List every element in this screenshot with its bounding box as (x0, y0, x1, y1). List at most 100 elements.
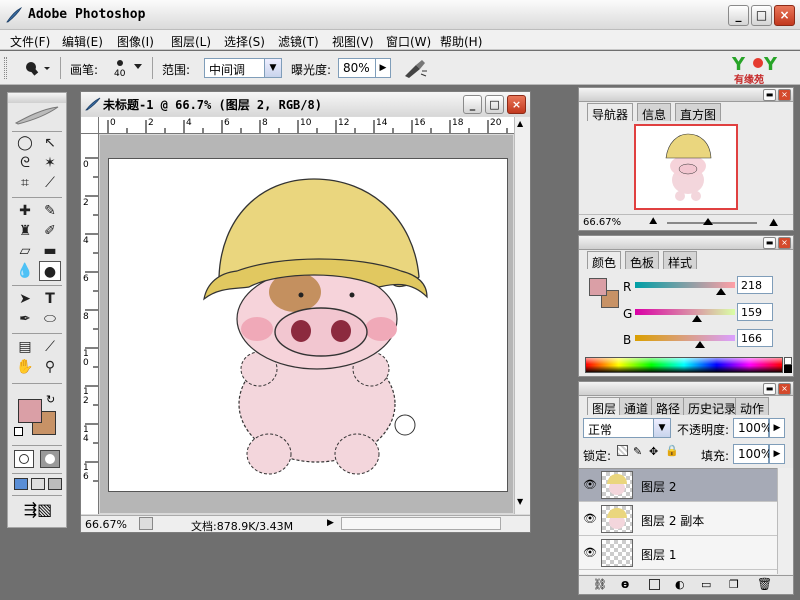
marquee-tool-icon[interactable]: ◯ (14, 133, 36, 153)
toolbox-grip[interactable] (8, 93, 66, 103)
menu-filter[interactable]: 滤镜(T) (278, 33, 319, 50)
tab-histogram[interactable]: 直方图 (675, 103, 722, 122)
panel-minimize-icon[interactable]: ▬ (763, 237, 776, 249)
channel-g-handle[interactable] (692, 315, 703, 322)
panel-close-icon[interactable]: × (778, 383, 791, 395)
status-menu-icon[interactable] (139, 517, 153, 530)
panel-close-icon[interactable]: × (778, 89, 791, 101)
menu-window[interactable]: 窗口(W) (386, 33, 431, 50)
canvas-area[interactable] (100, 135, 513, 513)
eye-icon[interactable]: 👁 (583, 478, 597, 492)
ruler-vertical[interactable]: 0 2 4 6 8 1 0 1 2 1 4 1 6 (81, 134, 99, 514)
color-foreground-swatch[interactable] (589, 278, 607, 296)
blend-mode-select[interactable]: 正常 ▼ (583, 418, 671, 438)
ramp-white-swatch[interactable] (784, 357, 792, 365)
feather-logo-icon[interactable] (12, 103, 62, 127)
options-grip[interactable] (4, 57, 7, 79)
shape-tool-icon[interactable]: ⬭ (39, 309, 61, 329)
navigator-zoom[interactable]: 66.67% (583, 217, 621, 228)
panel-close-icon[interactable]: × (778, 237, 791, 249)
layer-name[interactable]: 图层 2 (641, 478, 676, 495)
notes-tool-icon[interactable]: ▤ (14, 337, 36, 357)
ruler-origin[interactable] (81, 117, 99, 134)
menu-file[interactable]: 文件(F) (10, 33, 50, 50)
new-group-icon[interactable]: ▭ (701, 578, 711, 591)
tab-actions[interactable]: 动作 (735, 397, 770, 416)
vertical-scrollbar[interactable]: ▲ ▼ (514, 117, 530, 514)
layer-mask-icon[interactable] (649, 579, 660, 590)
menu-layer[interactable]: 图层(L) (171, 33, 211, 50)
jump-to-imageready-icon[interactable]: ⇶▧ (16, 500, 60, 522)
fill-input[interactable]: 100% (733, 444, 772, 464)
healing-brush-tool-icon[interactable]: ✚ (14, 201, 36, 221)
scroll-down-icon[interactable]: ▼ (517, 497, 523, 506)
exposure-slider-button[interactable]: ▶ (375, 58, 391, 78)
panel-minimize-icon[interactable]: ▬ (763, 383, 776, 395)
layer-row[interactable]: 👁 图层 2 副本 (579, 503, 777, 536)
ruler-horizontal[interactable]: 0 2 4 6 8 10 12 14 16 18 20 (99, 117, 514, 134)
range-select[interactable]: 中间调 ▼ (204, 58, 282, 78)
panel-minimize-icon[interactable]: ▬ (763, 89, 776, 101)
lock-all-icon[interactable]: 🔒 (665, 444, 679, 457)
channel-b-slider[interactable] (635, 335, 735, 341)
default-colors-icon[interactable] (14, 427, 23, 436)
ramp-black-swatch[interactable] (784, 365, 792, 373)
adjustment-layer-icon[interactable]: ◐ (675, 578, 685, 591)
standard-mode-icon[interactable] (14, 450, 34, 468)
airbrush-icon[interactable] (402, 57, 428, 79)
channel-g-value[interactable]: 159 (737, 303, 773, 321)
hand-tool-icon[interactable]: ✋ (14, 357, 36, 377)
layers-scrollbar[interactable] (777, 468, 793, 574)
eye-icon[interactable]: 👁 (583, 512, 597, 526)
status-arrow-icon[interactable]: ▶ (327, 518, 334, 528)
burn-tool-preset-icon[interactable] (22, 59, 52, 77)
channel-g-slider[interactable] (635, 309, 735, 315)
zoom-slider-handle[interactable] (703, 218, 713, 225)
exposure-input[interactable]: 80% (338, 58, 376, 78)
tab-info[interactable]: 信息 (637, 103, 672, 122)
full-screen-mode-icon[interactable] (48, 478, 62, 490)
gradient-tool-icon[interactable]: ▬ (39, 241, 61, 261)
fill-slider-button[interactable]: ▶ (769, 444, 785, 464)
opacity-input[interactable]: 100% (733, 418, 772, 438)
scroll-up-icon[interactable]: ▲ (517, 119, 523, 128)
tab-history[interactable]: 历史记录 (683, 397, 742, 416)
doc-minimize-button[interactable]: _ (463, 95, 482, 114)
menu-select[interactable]: 选择(S) (224, 33, 265, 50)
layer-style-icon[interactable]: ɵ (621, 577, 629, 591)
channel-r-value[interactable]: 218 (737, 276, 773, 294)
burn-tool-icon[interactable]: ● (39, 261, 61, 281)
delete-layer-icon[interactable]: 🗑 (757, 577, 772, 591)
navigator-preview[interactable] (634, 124, 738, 210)
history-brush-tool-icon[interactable]: ✐ (39, 221, 61, 241)
brush-picker[interactable]: 40 (108, 56, 146, 82)
panel-titlebar[interactable]: ▬ × (579, 236, 793, 250)
close-button[interactable]: × (774, 5, 795, 26)
blur-tool-icon[interactable]: 💧 (14, 261, 36, 281)
layer-row[interactable]: 👁 图层 1 (579, 537, 777, 570)
tab-channels[interactable]: 通道 (619, 397, 654, 416)
lock-transparency-icon[interactable] (617, 445, 628, 456)
pen-tool-icon[interactable]: ✒ (14, 309, 36, 329)
swap-colors-icon[interactable]: ↻ (46, 393, 55, 406)
layer-name[interactable]: 图层 1 (641, 546, 676, 563)
eye-icon[interactable]: 👁 (583, 546, 597, 560)
eyedropper-tool-icon[interactable]: ⟋ (39, 337, 61, 357)
slice-tool-icon[interactable]: ⟋ (39, 173, 61, 193)
brush-tool-icon[interactable]: ✎ (39, 201, 61, 221)
tab-layers[interactable]: 图层 (587, 397, 622, 416)
menu-help[interactable]: 帮助(H) (440, 33, 482, 50)
image-canvas[interactable] (108, 158, 508, 492)
doc-close-button[interactable]: × (507, 95, 526, 114)
link-layers-icon[interactable]: ⛓ (593, 578, 607, 591)
move-tool-icon[interactable]: ↖ (39, 133, 61, 153)
zoom-tool-icon[interactable]: ⚲ (39, 357, 61, 377)
tab-color[interactable]: 颜色 (587, 251, 622, 270)
path-selection-tool-icon[interactable]: ➤ (14, 289, 36, 309)
panel-titlebar[interactable]: ▬ × (579, 382, 793, 396)
doc-maximize-button[interactable]: □ (485, 95, 504, 114)
panel-titlebar[interactable]: ▬ × (579, 88, 793, 102)
quick-mask-mode-icon[interactable] (40, 450, 60, 468)
tab-paths[interactable]: 路径 (651, 397, 686, 416)
foreground-color-swatch-top[interactable] (18, 399, 42, 423)
